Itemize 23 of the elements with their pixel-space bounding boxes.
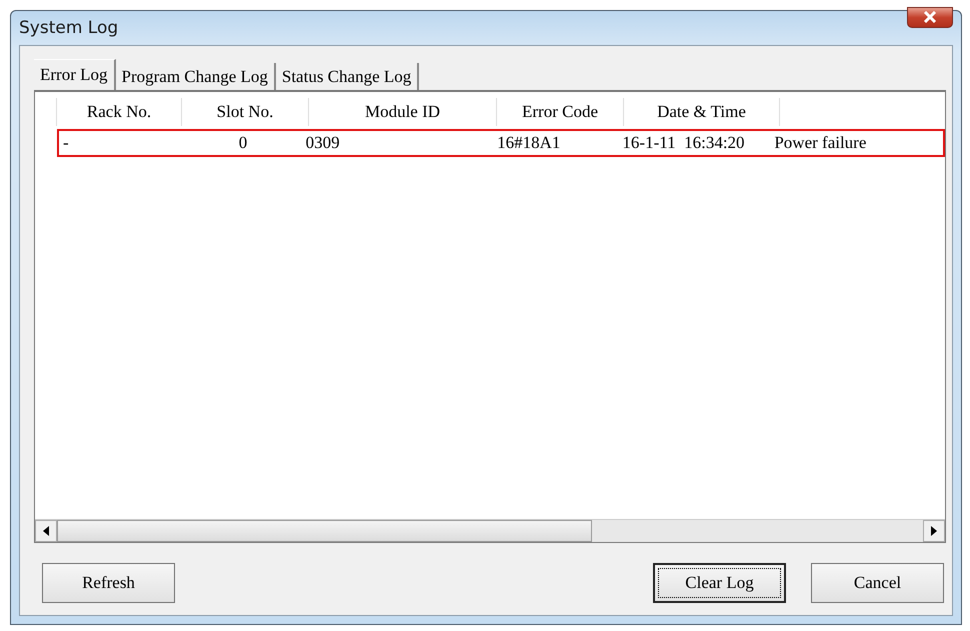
column-header[interactable]: Error Code xyxy=(497,98,624,126)
dialog-button[interactable]: Clear Log xyxy=(653,563,786,603)
table-cell-text: Power failure xyxy=(773,132,868,154)
table-cell-text: - xyxy=(62,132,70,154)
window-title: System Log xyxy=(19,18,118,38)
close-icon xyxy=(923,11,937,23)
column-header[interactable]: Module ID xyxy=(309,98,497,126)
right-arrow-icon[interactable] xyxy=(931,526,937,536)
log-row[interactable]: - 0 0309 16#18A1 16-1-11 16:34:20 Power failure xyxy=(57,129,945,157)
table-cell-text: 0 xyxy=(238,132,248,154)
table-cell-text: 16-1-11 16:34:20 xyxy=(621,132,746,154)
dialog-button[interactable]: Refresh xyxy=(42,563,175,603)
tab[interactable]: Error Log xyxy=(34,59,116,90)
table-cell-text: 16#18A1 xyxy=(496,132,562,154)
column-header[interactable]: Rack No. xyxy=(57,98,182,126)
column-header[interactable]: Date & Time xyxy=(624,98,780,126)
left-arrow-icon[interactable] xyxy=(43,526,49,536)
dialog-button[interactable]: Cancel xyxy=(811,563,944,603)
column-header[interactable]: Slot No. xyxy=(182,98,309,126)
horizontal-scrollbar[interactable] xyxy=(35,519,945,542)
table-cell-text: 0309 xyxy=(306,132,341,154)
scrollbar-thumb[interactable] xyxy=(57,520,592,542)
close-button[interactable] xyxy=(907,6,953,28)
